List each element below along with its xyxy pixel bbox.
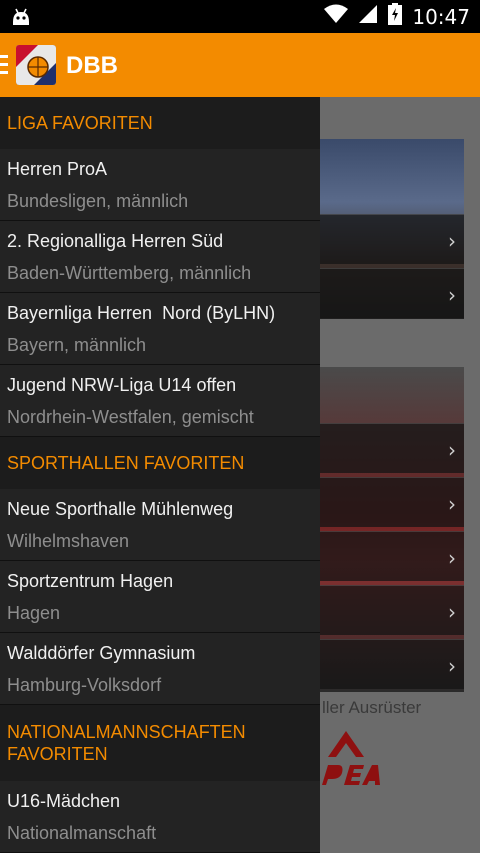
list-item[interactable]: 2. Regionalliga Herren Süd Baden-Württem… [0, 221, 320, 293]
android-debug-icon [10, 6, 32, 28]
list-item[interactable]: Neue Sporthalle Mühlenweg Wilhelmshaven [0, 489, 320, 561]
news-row[interactable]: › [320, 585, 464, 635]
list-item[interactable]: U16-Mädchen Nationalmanschaft [0, 781, 320, 853]
news-row[interactable]: › [320, 477, 464, 527]
list-item[interactable]: Walddörfer Gymnasium Hamburg-Volksdorf [0, 633, 320, 705]
section-header-liga: LIGA FAVORITEN [0, 97, 320, 149]
signal-icon [358, 4, 378, 29]
item-title: 2. Regionalliga Herren Süd [7, 231, 224, 251]
section-header-line: NATIONALMANNSCHAFTEN [7, 722, 246, 742]
wifi-icon [324, 4, 349, 29]
chevron-right-icon: › [448, 654, 456, 678]
chevron-right-icon: › [448, 283, 456, 307]
app-title: DBB [66, 52, 118, 79]
section-header-line: FAVORITEN [7, 744, 108, 764]
list-item[interactable]: Jugend NRW-Liga U14 offen Nordrhein-West… [0, 365, 320, 437]
list-item[interactable]: Sportzentrum Hagen Hagen [0, 561, 320, 633]
chevron-right-icon: › [448, 546, 456, 570]
item-subtitle: Wilhelmshaven [7, 531, 130, 551]
item-title: Jugend NRW-Liga U14 offen [7, 375, 237, 395]
outfitter-label: ller Ausrüster [322, 698, 422, 717]
battery-charging-icon [388, 3, 403, 30]
news-row[interactable]: › [320, 531, 464, 581]
navigation-drawer: LIGA FAVORITEN Herren ProA Bundesligen, … [0, 97, 320, 853]
clock-time: 10:47 [412, 4, 470, 29]
news-row[interactable]: › [320, 423, 464, 473]
menu-icon[interactable] [0, 55, 8, 75]
item-subtitle: Bayern, männlich [7, 335, 147, 355]
chevron-right-icon: › [448, 438, 456, 462]
item-subtitle: Hagen [7, 603, 61, 623]
news-row[interactable]: › [320, 639, 464, 689]
item-title: U16-Mädchen [7, 791, 121, 811]
list-item[interactable]: Herren ProA Bundesligen, männlich [0, 149, 320, 221]
news-row[interactable]: › [320, 268, 464, 318]
peak-logo-icon [318, 725, 398, 795]
item-title: Bayernliga Herren Nord (ByLHN) [7, 303, 276, 323]
chevron-right-icon: › [448, 492, 456, 516]
chevron-right-icon: › [448, 229, 456, 253]
item-subtitle: Bundesligen, männlich [7, 191, 189, 211]
item-subtitle: Baden-Württemberg, männlich [7, 263, 252, 283]
list-item[interactable]: Bayernliga Herren Nord (ByLHN) Bayern, m… [0, 293, 320, 365]
app-bar: DBB [0, 33, 480, 97]
item-subtitle: Nordrhein-Westfalen, gemischt [7, 407, 254, 427]
item-title: Herren ProA [7, 159, 108, 179]
dbb-logo-icon [16, 45, 56, 85]
news-row[interactable]: › [320, 214, 464, 264]
item-subtitle: Hamburg-Volksdorf [7, 675, 162, 695]
item-title: Sportzentrum Hagen [7, 571, 174, 591]
section-header-sporthallen: SPORTHALLEN FAVORITEN [0, 437, 320, 489]
status-bar: 10:47 [0, 0, 480, 33]
item-title: Neue Sporthalle Mühlenweg [7, 499, 234, 519]
item-title: Walddörfer Gymnasium [7, 643, 196, 663]
item-subtitle: Nationalmanschaft [7, 823, 157, 843]
chevron-right-icon: › [448, 600, 456, 624]
section-header-nationalmannschaften: NATIONALMANNSCHAFTEN FAVORITEN [0, 705, 320, 781]
